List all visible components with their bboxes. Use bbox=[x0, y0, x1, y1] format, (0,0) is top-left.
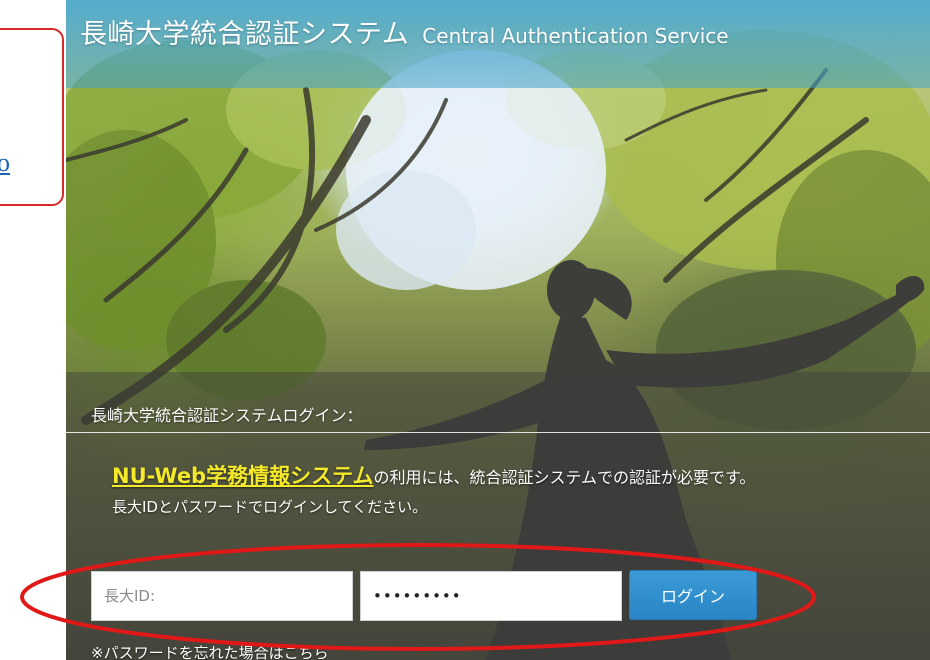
callout-box bbox=[0, 28, 64, 206]
forgot-password-link[interactable]: ※パスワードを忘れた場合はこちら bbox=[91, 642, 329, 660]
login-button[interactable]: ログイン bbox=[629, 570, 757, 620]
title-english: Central Authentication Service bbox=[422, 24, 729, 48]
title-japanese: 長崎大学統合認証システム bbox=[80, 19, 410, 50]
password-input[interactable] bbox=[360, 571, 622, 621]
page-title: 長崎大学統合認証システム Central Authentication Serv… bbox=[80, 12, 729, 51]
login-description: NU-Web学務情報システムの利用には、統合認証システムでの認証が必要です。 bbox=[112, 460, 755, 490]
nu-web-system-link[interactable]: NU-Web学務情報システム bbox=[112, 464, 373, 488]
heading-divider bbox=[66, 432, 930, 433]
user-id-input[interactable] bbox=[91, 571, 353, 621]
login-instruction: 長大IDとパスワードでログインしてください。 bbox=[112, 498, 428, 516]
callout-link[interactable]: o bbox=[0, 148, 10, 178]
description-text: の利用には、統合認証システムでの認証が必要です。 bbox=[373, 468, 756, 487]
login-heading: 長崎大学統合認証システムログイン： bbox=[91, 406, 363, 425]
login-panel: 長崎大学統合認証システムログイン： NU-Web学務情報システムの利用には、統合… bbox=[66, 372, 930, 660]
